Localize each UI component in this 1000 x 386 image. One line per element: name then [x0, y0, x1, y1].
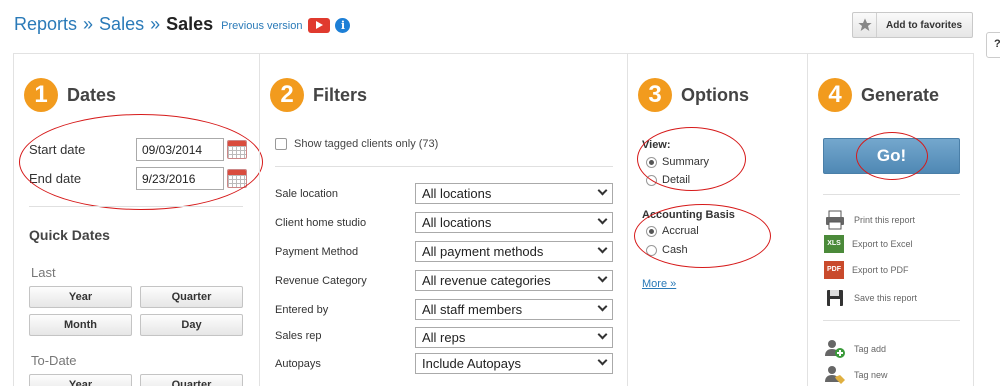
filter-label: Sale location: [275, 188, 338, 200]
step-number: 3: [638, 78, 672, 112]
breadcrumb-separator: »: [83, 13, 94, 34]
revenue-category-select[interactable]: All revenue categories: [415, 270, 613, 291]
chevron-down-icon: [597, 185, 608, 196]
breadcrumb: Reports » Sales » Sales Previous version…: [14, 10, 351, 38]
annotation-circle: [19, 114, 263, 210]
print-report-action[interactable]: Print this report: [824, 209, 915, 231]
export-excel-action[interactable]: XLS Export to Excel: [824, 235, 913, 253]
action-label: Tag new: [854, 370, 888, 380]
autopays-select[interactable]: Include Autopays: [415, 353, 613, 374]
last-label: Last: [31, 265, 56, 280]
action-label: Export to PDF: [852, 265, 909, 275]
tagged-clients-label: Show tagged clients only (73): [294, 138, 439, 150]
export-pdf-action[interactable]: PDF Export to PDF: [824, 261, 909, 279]
to-date-year-button[interactable]: Year: [29, 374, 132, 386]
step-number: 2: [270, 78, 304, 112]
section-title: Filters: [313, 84, 368, 105]
more-options-link[interactable]: More »: [642, 278, 676, 290]
filter-label: Revenue Category: [275, 275, 367, 287]
add-to-favorites-label: Add to favorites: [886, 19, 963, 31]
chevron-down-icon: [597, 243, 608, 254]
select-value: All reps: [422, 330, 466, 345]
help-button[interactable]: ?: [986, 32, 1000, 58]
action-label: Export to Excel: [852, 239, 913, 249]
previous-version-link[interactable]: Previous version: [221, 20, 302, 32]
divider: [823, 194, 960, 195]
printer-icon: [824, 209, 846, 231]
select-value: All locations: [422, 215, 492, 230]
step-number: 1: [24, 78, 58, 112]
generate-panel: 4 Generate Go! Print this report XLS Exp…: [807, 54, 975, 386]
filter-label: Payment Method: [275, 246, 359, 258]
page-title: Sales: [166, 13, 214, 34]
dates-panel: 1 Dates Start date End date Quick Dates …: [14, 54, 263, 386]
step-number: 4: [818, 78, 852, 112]
generate-heading: 4 Generate: [818, 78, 939, 112]
last-quarter-button[interactable]: Quarter: [140, 286, 243, 308]
filter-label: Client home studio: [275, 217, 367, 229]
divider: [275, 166, 613, 167]
select-value: All payment methods: [422, 244, 544, 259]
to-date-label: To-Date: [31, 353, 77, 368]
filter-label: Entered by: [275, 304, 329, 316]
filter-label: Autopays: [275, 358, 321, 370]
video-play-icon[interactable]: [308, 17, 331, 33]
client-home-studio-select[interactable]: All locations: [415, 212, 613, 233]
select-value: All staff members: [422, 302, 523, 317]
breadcrumb-sales-link[interactable]: Sales: [99, 14, 144, 35]
last-year-button[interactable]: Year: [29, 286, 132, 308]
filter-label: Sales rep: [275, 330, 322, 342]
dates-heading: 1 Dates: [24, 78, 116, 112]
tag-add-action[interactable]: Tag add: [824, 338, 886, 360]
last-month-button[interactable]: Month: [29, 314, 132, 336]
chevron-down-icon: [597, 301, 608, 312]
section-title: Options: [681, 84, 749, 105]
action-label: Print this report: [854, 215, 916, 225]
divider: [823, 320, 960, 321]
annotation-circle: [634, 204, 771, 268]
last-day-button[interactable]: Day: [140, 314, 243, 336]
options-heading: 3 Options: [638, 78, 749, 112]
entered-by-select[interactable]: All staff members: [415, 299, 613, 320]
chevron-down-icon: [597, 272, 608, 283]
chevron-down-icon: [597, 355, 608, 366]
pdf-icon: PDF: [824, 261, 844, 279]
select-value: All revenue categories: [422, 273, 551, 288]
tagged-clients-checkbox[interactable]: [275, 138, 287, 150]
info-icon[interactable]: i: [335, 17, 351, 33]
select-value: All locations: [422, 186, 492, 201]
user-add-icon: [824, 338, 846, 360]
filters-panel: 2 Filters Show tagged clients only (73) …: [259, 54, 627, 386]
payment-method-select[interactable]: All payment methods: [415, 241, 613, 262]
chevron-down-icon: [597, 329, 608, 340]
annotation-circle: [856, 132, 928, 180]
report-panels: 1 Dates Start date End date Quick Dates …: [13, 53, 974, 386]
breadcrumb-separator: »: [150, 13, 161, 34]
excel-icon: XLS: [824, 235, 844, 253]
action-label: Tag add: [854, 344, 887, 354]
floppy-disk-icon: [824, 287, 846, 309]
chevron-down-icon: [597, 214, 608, 225]
user-tag-icon: [824, 364, 846, 386]
sale-location-select[interactable]: All locations: [415, 183, 613, 204]
quick-dates-title: Quick Dates: [29, 227, 110, 243]
divider: [29, 206, 243, 207]
save-report-action[interactable]: Save this report: [824, 287, 917, 309]
star-icon: [853, 13, 877, 37]
action-label: Save this report: [854, 293, 918, 303]
options-panel: 3 Options View: Summary Detail Accountin…: [627, 54, 807, 386]
filters-heading: 2 Filters: [270, 78, 367, 112]
to-date-quarter-button[interactable]: Quarter: [140, 374, 243, 386]
annotation-circle: [637, 127, 746, 191]
tag-new-action[interactable]: Tag new: [824, 364, 888, 386]
sales-rep-select[interactable]: All reps: [415, 327, 613, 348]
section-title: Generate: [861, 84, 940, 105]
add-to-favorites-button[interactable]: Add to favorites: [852, 12, 973, 38]
section-title: Dates: [67, 84, 117, 105]
select-value: Include Autopays: [422, 356, 522, 371]
breadcrumb-reports-link[interactable]: Reports: [14, 14, 77, 35]
